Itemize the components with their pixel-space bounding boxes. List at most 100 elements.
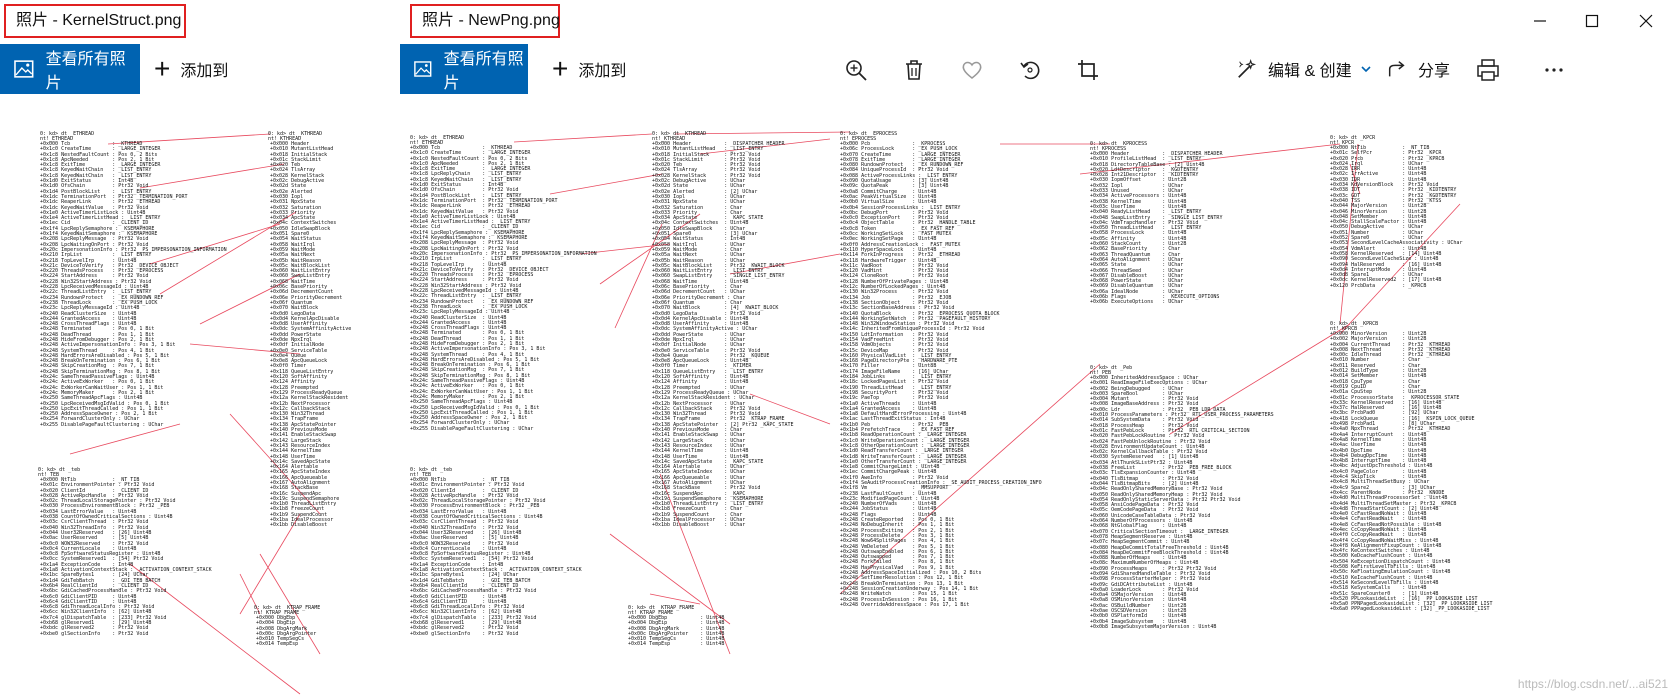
dump-ktrapframe-heading: 0: kd> dt _KTRAP_FRAME nt!_KTRAP_FRAME — [628, 605, 695, 617]
peb-dump-heading: 0: kd> dt _Peb nt!_PEB — [1090, 365, 1133, 377]
kpcr-dump-text: +0x000 NtTib : _NT_TIB +0x01c SelfPcr : … — [1330, 145, 1463, 289]
view-all-photos-button[interactable]: 查看所有照片 — [400, 44, 528, 94]
dump-eprocess-heading: 0: kd> dt _EPROCESS nt!_EPROCESS — [840, 131, 898, 143]
more-icon — [1545, 68, 1563, 72]
window-title: 照片 - KernelStruct.png — [4, 4, 186, 38]
view-all-photos-label: 查看所有照片 — [443, 51, 524, 92]
view-all-photos-button[interactable]: 查看所有照片 — [0, 44, 140, 94]
close-button[interactable] — [1630, 6, 1662, 36]
peb-dump-text: +0x000 InheritedAddressSpace : UChar +0x… — [1090, 375, 1274, 630]
photos-window-kernelstruct: 照片 - KernelStruct.png 查看所有照片 + 添加到 0: kd… — [0, 0, 401, 697]
dump-teb: +0x000 NtTib : _NT_TIB +0x01c Environmen… — [40, 477, 270, 637]
dump-ktrapframe: +0x000 DbgEbp : Uint4B +0x004 DbgEip : U… — [628, 615, 758, 648]
kthread-dump-text: +0x000 Header : _DISPATCHER_HEADER +0x01… — [652, 141, 794, 529]
edit-create-label: 编辑 & 创建 — [1268, 63, 1352, 80]
ktrapframe-dump-text: +0x000 DbgEbp +0x004 DbgEip +0x008 DbgAr… — [256, 615, 317, 648]
photos-icon — [14, 60, 34, 78]
delete-button[interactable] — [900, 56, 928, 84]
dump-kthread: +0x000 Header : _DISPATCHER_HEADER +0x01… — [652, 141, 842, 529]
add-to-label: 添加到 — [180, 63, 229, 80]
photos-window-newpng: 照片 - NewPng.png 查看所有照片 + 添加到 编辑 & 创建 分享 … — [400, 0, 1676, 697]
dump-kthread-heading: 0: kd> dt _KTHREAD nt!_KTHREAD — [652, 131, 707, 143]
share-icon — [1388, 61, 1405, 77]
ktrapframe-dump-heading: 0: kd> dt _KTRAP_FRAME nt!_KTRAP_FRAME — [628, 605, 695, 617]
maximize-icon — [1585, 14, 1599, 28]
share-button[interactable]: 分享 — [1386, 44, 1450, 94]
dump-teb-heading: 0: kd> dt _teb nt!_TEB — [410, 467, 453, 479]
dump-kprocess: +0x000 Header : _DISPATCHER_HEADER +0x01… — [1090, 151, 1320, 306]
dump-kprcb-heading: 0: kd> dt _KPRCB nt!_KPRCB — [1330, 321, 1379, 333]
teb-dump-text: +0x000 NtTib : _NT_TIB +0x01c Environmen… — [40, 477, 212, 637]
kprocess-dump-text: +0x000 Header : _DISPATCHER_HEADER +0x01… — [1090, 151, 1223, 306]
title-bar[interactable]: 照片 - NewPng.png — [400, 0, 1676, 40]
edit-wand-icon — [1238, 59, 1257, 78]
dump-kthread-heading: 0: kd> dt _KTHREAD nt!_KTHREAD — [268, 131, 323, 143]
ktrapframe-dump-heading: 0: kd> dt _KTRAP_FRAME nt!_KTRAP_FRAME — [254, 605, 321, 617]
image-canvas[interactable]: 0: kd> dt _ETHREAD nt!_ETHREAD +0x000 Tc… — [400, 94, 1676, 697]
ktrapframe-dump-text: +0x000 DbgEbp : Uint4B +0x004 DbgEip : U… — [628, 615, 725, 648]
title-bar[interactable]: 照片 - KernelStruct.png — [0, 0, 400, 40]
dump-kpcr-heading: 0: kd> dt _KPCR nt!_KPCR — [1330, 135, 1376, 147]
dump-teb: +0x000 NtTib : _NT_TIB +0x01c Environmen… — [410, 477, 640, 637]
dump-eprocess: +0x000 Pcb : _KPROCESS +0x06c ProcessLoc… — [840, 141, 1100, 608]
plus-icon: + — [154, 53, 171, 84]
ethread-dump-text: +0x000 Tcb : _KTHREAD +0x1c0 CreateTime … — [410, 145, 597, 432]
teb-dump-text: +0x000 NtTib : _NT_TIB +0x01c Environmen… — [410, 477, 582, 637]
heart-icon — [962, 61, 982, 79]
share-label: 分享 — [1418, 63, 1451, 80]
printer-icon — [1477, 59, 1499, 81]
dump-kprocess-heading: 0: kd> dt _KPROCESS nt!_KPROCESS — [1090, 141, 1148, 153]
kprocess-dump-heading: 0: kd> dt _KPROCESS nt!_KPROCESS — [1090, 141, 1148, 153]
print-button[interactable] — [1474, 56, 1502, 84]
crop-icon — [1078, 60, 1098, 80]
window-title: 照片 - NewPng.png — [410, 4, 560, 38]
kthread-dump-text: +0x000 Header +0x010 MutantListHead +0x0… — [270, 141, 352, 529]
watermark: https://blog.csdn.net/...ai521 — [1517, 677, 1668, 691]
toolbar: 查看所有照片 + 添加到 — [0, 44, 400, 94]
dump-ethread-heading: 0: kd> dt _ETHREAD nt!_ETHREAD — [410, 135, 464, 146]
dump-ktrapframe: +0x000 DbgEbp +0x004 DbgEip +0x008 DbgAr… — [256, 615, 396, 648]
dump-peb-heading: 0: kd> dt _Peb nt!_PEB — [1090, 365, 1133, 377]
minimize-icon — [1534, 20, 1546, 22]
edit-create-button[interactable]: 编辑 & 创建 — [1236, 44, 1372, 94]
ethread-dump-heading: 0: kd> dt _ETHREAD nt!_ETHREAD — [40, 131, 95, 143]
trash-icon — [906, 60, 922, 80]
kprcb-dump-text: +0x000 MinorVersion : Uint2B +0x002 Majo… — [1330, 331, 1493, 613]
kthread-dump-heading: 0: kd> dt _KTHREAD nt!_KTHREAD — [652, 131, 707, 143]
dump-ethread-heading: 0: kd> dt _ETHREAD nt!_ETHREAD — [40, 131, 95, 143]
favorite-button[interactable] — [958, 56, 986, 84]
dump-kthread: +0x000 Header +0x010 MutantListHead +0x0… — [270, 141, 400, 529]
teb-dump-heading: 0: kd> dt _teb nt!_TEB — [38, 467, 81, 479]
teb-dump-heading: 0: kd> dt _teb nt!_TEB — [410, 467, 453, 479]
dump-teb-heading: 0: kd> dt _teb nt!_TEB — [38, 467, 81, 479]
dump-ethread: +0x000 Tcb : _KTHREAD +0x1c0 CreateTime … — [40, 141, 290, 428]
kprcb-dump-heading: 0: kd> dt _KPRCB nt!_KPRCB — [1330, 321, 1379, 333]
chevron-down-icon — [1361, 66, 1371, 73]
dump-kpcr: +0x000 NtTib : _NT_TIB +0x01c SelfPcr : … — [1330, 145, 1570, 289]
more-options-button[interactable] — [1540, 56, 1568, 84]
ethread-dump-text: +0x000 Tcb : _KTHREAD +0x1c0 CreateTime … — [40, 141, 227, 428]
kthread-dump-heading: 0: kd> dt _KTHREAD nt!_KTHREAD — [268, 131, 323, 143]
image-canvas[interactable]: 0: kd> dt _ETHREAD nt!_ETHREAD +0x000 Tc… — [0, 94, 400, 697]
maximize-button[interactable] — [1576, 6, 1608, 36]
add-to-button[interactable]: + 添加到 — [552, 44, 626, 94]
plus-icon: + — [552, 53, 569, 84]
dump-kprcb: +0x000 MinorVersion : Uint2B +0x002 Majo… — [1330, 331, 1570, 613]
toolbar: 查看所有照片 + 添加到 编辑 & 创建 分享 — [400, 44, 1676, 94]
eprocess-dump-heading: 0: kd> dt _EPROCESS nt!_EPROCESS — [840, 131, 898, 143]
zoom-button[interactable] — [842, 56, 870, 84]
eprocess-dump-text: +0x000 Pcb : _KPROCESS +0x06c ProcessLoc… — [840, 141, 1042, 608]
kpcr-dump-heading: 0: kd> dt _KPCR nt!_KPCR — [1330, 135, 1376, 147]
zoom-in-icon — [846, 60, 867, 81]
photos-icon — [414, 61, 432, 77]
crop-button[interactable] — [1074, 56, 1102, 84]
add-to-button[interactable]: + 添加到 — [154, 44, 228, 94]
dump-peb: +0x000 InheritedAddressSpace : UChar +0x… — [1090, 375, 1340, 630]
rotate-button[interactable] — [1016, 56, 1044, 84]
close-icon — [1639, 14, 1653, 28]
dump-ktrapframe-heading: 0: kd> dt _KTRAP_FRAME nt!_KTRAP_FRAME — [254, 605, 321, 617]
minimize-button[interactable] — [1524, 6, 1556, 36]
dump-ethread: +0x000 Tcb : _KTHREAD +0x1c0 CreateTime … — [410, 145, 650, 432]
view-all-photos-label: 查看所有照片 — [45, 51, 126, 92]
add-to-label: 添加到 — [578, 63, 627, 80]
